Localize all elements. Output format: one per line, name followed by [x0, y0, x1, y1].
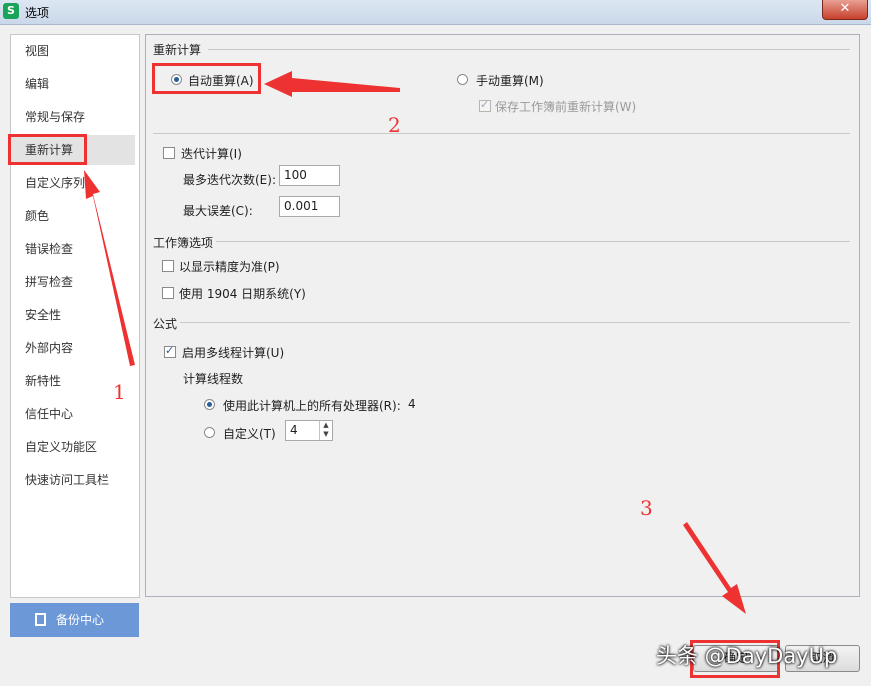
annotation-arrow-3	[683, 522, 746, 614]
annotation-arrows	[84, 71, 746, 614]
annotation-arrow-1	[84, 170, 135, 366]
annotation-arrow-2	[264, 71, 400, 97]
watermark: 头条 @DayDayUp	[656, 644, 838, 668]
